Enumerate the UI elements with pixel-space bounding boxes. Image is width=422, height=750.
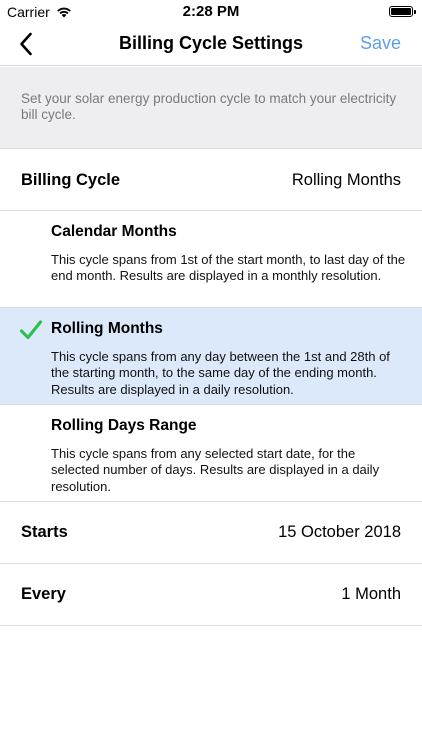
option-calendar-months[interactable]: Calendar Months This cycle spans from 1s… xyxy=(0,211,422,308)
billing-cycle-row[interactable]: Billing Cycle Rolling Months xyxy=(0,149,422,211)
option-rolling-months[interactable]: Rolling Months This cycle spans from any… xyxy=(0,308,422,405)
option-title: Rolling Days Range xyxy=(51,417,197,434)
description-text: Set your solar energy production cycle t… xyxy=(21,91,397,122)
battery-icon xyxy=(389,6,416,17)
every-value: 1 Month xyxy=(341,585,401,603)
option-description: This cycle spans from any selected start… xyxy=(51,446,380,494)
starts-value: 15 October 2018 xyxy=(278,523,401,541)
billing-cycle-label: Billing Cycle xyxy=(21,171,121,189)
checkmark-icon xyxy=(19,320,43,340)
navigation-bar: Billing Cycle Settings Save xyxy=(0,22,422,66)
description-section: Set your solar energy production cycle t… xyxy=(0,67,422,149)
option-description: This cycle spans from 1st of the start m… xyxy=(51,252,406,284)
option-rolling-days-range[interactable]: Rolling Days Range This cycle spans from… xyxy=(0,405,422,502)
option-description: This cycle spans from any day between th… xyxy=(51,349,390,397)
starts-label: Starts xyxy=(21,523,68,541)
every-label: Every xyxy=(21,585,66,603)
status-time: 2:28 PM xyxy=(182,3,240,20)
status-bar: Carrier 2:28 PM xyxy=(0,0,422,22)
page-title: Billing Cycle Settings xyxy=(118,33,304,53)
option-title: Calendar Months xyxy=(51,223,177,240)
save-button[interactable]: Save xyxy=(360,33,401,54)
billing-cycle-value: Rolling Months xyxy=(291,171,401,189)
option-title: Rolling Months xyxy=(51,320,163,337)
starts-row[interactable]: Starts 15 October 2018 xyxy=(0,502,422,564)
every-row[interactable]: Every 1 Month xyxy=(0,564,422,626)
